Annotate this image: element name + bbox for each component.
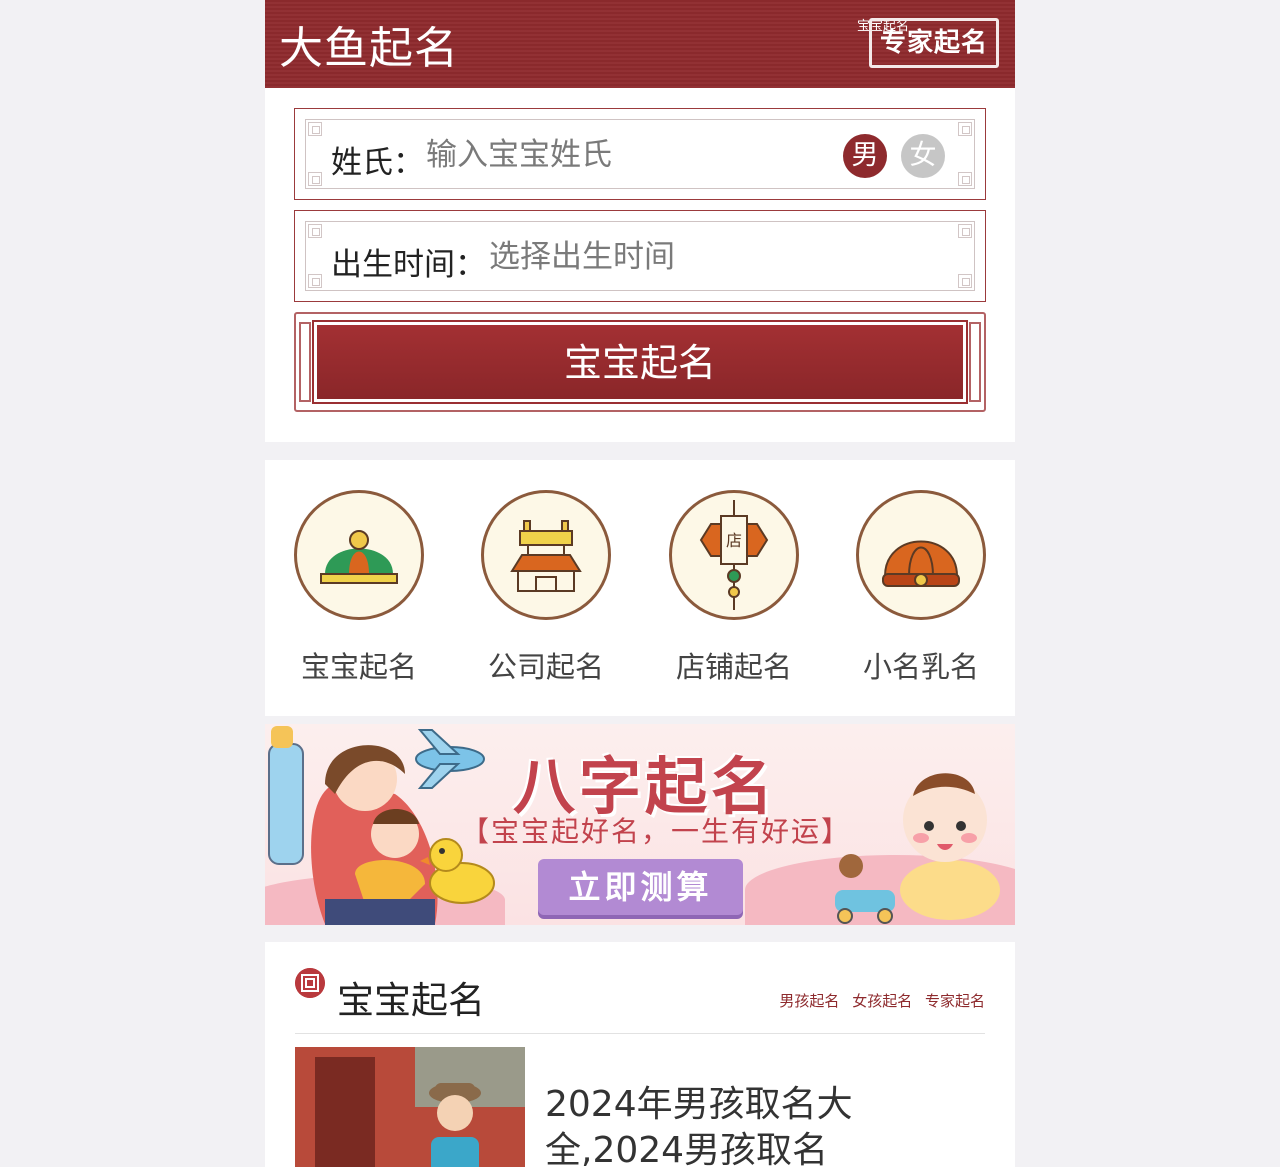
submit-frame: 宝宝起名: [294, 312, 986, 412]
baby-naming-submit-button[interactable]: 宝宝起名: [312, 320, 968, 404]
page: 大鱼起名 宝宝起名 专家起名 姓氏： 男 女 出生时间：: [265, 0, 1015, 1167]
corner-ornament: [958, 172, 972, 186]
birth-time-label: 出生时间：: [331, 247, 486, 283]
category-label: 小名乳名: [862, 650, 979, 684]
surname-label: 姓氏：: [331, 145, 424, 181]
expert-naming-button[interactable]: 专家起名: [869, 18, 999, 68]
link-boy-naming[interactable]: 男孩起名: [779, 992, 839, 1010]
corner-ornament: [958, 122, 972, 136]
surname-field-frame: 姓氏： 男 女: [305, 119, 975, 189]
corner-ornament: [958, 274, 972, 288]
cap-icon: [856, 490, 986, 620]
top-header: 大鱼起名 宝宝起名 专家起名: [265, 0, 1015, 88]
site-logo[interactable]: 大鱼起名: [279, 12, 459, 76]
corner-ornament: [308, 274, 322, 288]
article-thumbnail[interactable]: [295, 1047, 525, 1167]
section-links: 男孩起名 女孩起名 专家起名: [771, 990, 985, 1011]
category-company-naming[interactable]: 公司起名: [466, 490, 626, 686]
gender-female-button[interactable]: 女: [901, 134, 945, 178]
frame-ornament: [969, 322, 981, 402]
bazi-naming-banner[interactable]: 八字起名 【宝宝起好名，一生有好运】 立即测算: [265, 724, 1015, 925]
birth-time-field-frame: 出生时间：: [305, 221, 975, 291]
category-grid: 宝宝起名 公司起名 店 店铺起名 小名乳名: [265, 460, 1015, 716]
divider: [295, 1033, 985, 1034]
calculate-now-button[interactable]: 立即测算: [538, 859, 743, 915]
section-title: 宝宝起名: [337, 979, 485, 1022]
corner-ornament: [958, 224, 972, 238]
gender-male-button[interactable]: 男: [843, 134, 887, 178]
category-label: 店铺起名: [675, 650, 792, 684]
category-baby-naming[interactable]: 宝宝起名: [279, 490, 439, 686]
category-nickname[interactable]: 小名乳名: [841, 490, 1001, 686]
category-shop-naming[interactable]: 店 店铺起名: [654, 490, 814, 686]
article-title[interactable]: 2024年男孩取名大全,2024男孩取名: [545, 1082, 985, 1167]
surname-input[interactable]: [426, 133, 716, 177]
baby-naming-section: 宝宝起名 男孩起名 女孩起名 专家起名 2024年男孩取名大全,2024男孩取名: [265, 942, 1015, 1167]
category-label: 公司起名: [487, 650, 604, 684]
frame-ornament: [299, 322, 311, 402]
surname-field: 姓氏： 男 女: [294, 108, 986, 200]
corner-ornament: [308, 224, 322, 238]
section-emblem-icon: [295, 968, 325, 998]
corner-ornament: [308, 172, 322, 186]
link-girl-naming[interactable]: 女孩起名: [852, 992, 912, 1010]
birth-time-input[interactable]: [489, 235, 889, 279]
baby-illustration: [835, 773, 1000, 924]
svg-text:店: 店: [726, 531, 742, 550]
corner-ornament: [308, 122, 322, 136]
banner-subtitle: 【宝宝起好名，一生有好运】: [461, 815, 852, 848]
naming-form: 姓氏： 男 女 出生时间： 宝宝起名: [265, 88, 1015, 442]
birth-time-field: 出生时间：: [294, 210, 986, 302]
category-label: 宝宝起名: [300, 650, 417, 684]
building-icon: [481, 490, 611, 620]
baby-hat-icon: [294, 490, 424, 620]
link-expert-naming[interactable]: 专家起名: [925, 992, 985, 1010]
airplane-icon: [415, 729, 485, 789]
shop-sign-icon: 店: [669, 490, 799, 620]
